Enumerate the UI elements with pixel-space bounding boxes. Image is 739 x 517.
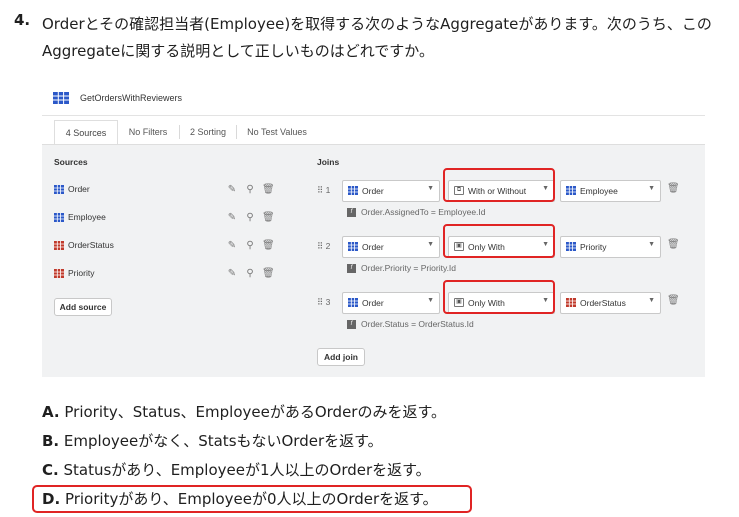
tab-divider	[236, 125, 237, 139]
question-number: 4.	[14, 11, 31, 29]
chevron-down-icon: ▼	[648, 241, 655, 248]
chevron-down-icon: ▼	[427, 241, 434, 248]
tab-sources[interactable]: 4 Sources	[54, 120, 118, 145]
join-left-dropdown[interactable]: Order ▼	[342, 180, 440, 202]
source-item[interactable]: OrderStatus ✎ ⚲ 🗑	[54, 239, 284, 253]
entity-icon	[348, 242, 358, 251]
aggregate-icon	[53, 92, 69, 104]
source-label: Employee	[68, 212, 106, 222]
join-left-label: Order	[362, 298, 384, 308]
join-right-label: OrderStatus	[580, 298, 626, 308]
trash-icon[interactable]: 🗑	[262, 239, 275, 252]
tab-test-values[interactable]: No Test Values	[238, 120, 316, 144]
join-condition[interactable]: Order.Status = OrderStatus.Id	[361, 319, 474, 329]
source-item[interactable]: Priority ✎ ⚲ 🗑	[54, 267, 284, 281]
answer-option-c[interactable]: C. Statusがあり、Employeeが1人以上のOrderを返す。	[42, 459, 431, 480]
source-label: OrderStatus	[68, 240, 114, 250]
entity-icon	[54, 185, 64, 194]
join-left-label: Order	[362, 242, 384, 252]
join-number: ⠿ 2	[317, 241, 331, 251]
trash-icon[interactable]: 🗑	[262, 211, 275, 224]
join-right-dropdown[interactable]: Priority ▼	[560, 236, 661, 258]
trash-icon[interactable]: 🗑	[667, 295, 680, 306]
aggregate-title: GetOrdersWithReviewers	[80, 93, 183, 103]
tab-filters[interactable]: No Filters	[118, 120, 178, 144]
trash-icon[interactable]: 🗑	[667, 183, 680, 194]
join-condition[interactable]: Order.Priority = Priority.Id	[361, 263, 456, 273]
source-item[interactable]: Employee ✎ ⚲ 🗑	[54, 211, 284, 225]
entity-icon	[54, 269, 64, 278]
edit-icon[interactable]: ✎	[226, 183, 238, 196]
entity-icon	[566, 298, 576, 307]
entity-icon	[348, 298, 358, 307]
tab-sorting[interactable]: 2 Sorting	[181, 120, 235, 144]
answer-option-b[interactable]: B. Employeeがなく、StatsもないOrderを返す。	[42, 430, 383, 451]
chevron-down-icon: ▼	[648, 185, 655, 192]
search-icon[interactable]: ⚲	[244, 183, 256, 196]
joins-title: Joins	[317, 157, 340, 167]
add-source-button[interactable]: Add source	[54, 298, 112, 316]
search-icon[interactable]: ⚲	[244, 239, 256, 252]
source-label: Priority	[68, 268, 95, 278]
search-icon[interactable]: ⚲	[244, 211, 256, 224]
aggregate-tabs: 4 Sources No Filters 2 Sorting No Test V…	[42, 120, 705, 145]
join-number: ⠿ 1	[317, 185, 331, 195]
source-item[interactable]: Order ✎ ⚲ 🗑	[54, 183, 284, 197]
entity-icon	[54, 213, 64, 222]
add-join-button[interactable]: Add join	[317, 348, 365, 366]
join-condition[interactable]: Order.AssignedTo = Employee.Id	[361, 207, 486, 217]
join-number: ⠿ 3	[317, 297, 331, 307]
aggregate-header: GetOrdersWithReviewers	[42, 82, 705, 116]
condition-icon: f	[347, 320, 356, 329]
condition-icon: f	[347, 264, 356, 273]
trash-icon[interactable]: 🗑	[262, 183, 275, 196]
entity-icon	[566, 242, 576, 251]
join-type-highlight	[443, 168, 555, 202]
join-left-dropdown[interactable]: Order ▼	[342, 292, 440, 314]
join-right-dropdown[interactable]: Employee ▼	[560, 180, 661, 202]
entity-icon	[54, 241, 64, 250]
answer-option-a[interactable]: A. Priority、Status、EmployeeがあるOrderのみを返す…	[42, 401, 446, 422]
join-left-label: Order	[362, 186, 384, 196]
sources-title: Sources	[54, 157, 88, 167]
entity-icon	[348, 186, 358, 195]
sources-joins-pane: Sources Joins Order ✎ ⚲ 🗑 Employee ✎ ⚲ 🗑…	[42, 144, 705, 377]
trash-icon[interactable]: 🗑	[262, 267, 275, 280]
question-text: Orderとその確認担当者(Employee)を取得する次のようなAggrega…	[42, 15, 712, 60]
tab-divider	[179, 125, 180, 139]
aggregate-editor: GetOrdersWithReviewers 4 Sources No Filt…	[42, 82, 705, 377]
chevron-down-icon: ▼	[427, 185, 434, 192]
trash-icon[interactable]: 🗑	[667, 239, 680, 250]
chevron-down-icon: ▼	[648, 297, 655, 304]
condition-icon: f	[347, 208, 356, 217]
join-left-dropdown[interactable]: Order ▼	[342, 236, 440, 258]
edit-icon[interactable]: ✎	[226, 267, 238, 280]
join-type-highlight	[443, 280, 555, 314]
join-right-label: Employee	[580, 186, 618, 196]
answer-highlight	[32, 485, 472, 513]
edit-icon[interactable]: ✎	[226, 211, 238, 224]
join-right-label: Priority	[580, 242, 607, 252]
edit-icon[interactable]: ✎	[226, 239, 238, 252]
search-icon[interactable]: ⚲	[244, 267, 256, 280]
entity-icon	[566, 186, 576, 195]
source-label: Order	[68, 184, 90, 194]
chevron-down-icon: ▼	[427, 297, 434, 304]
join-type-highlight	[443, 224, 555, 258]
join-right-dropdown[interactable]: OrderStatus ▼	[560, 292, 661, 314]
